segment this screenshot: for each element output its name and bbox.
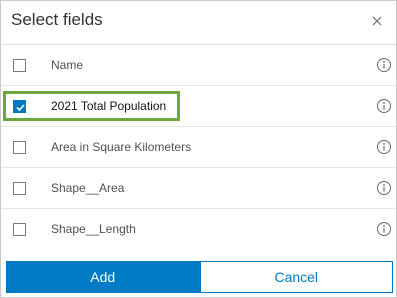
field-label: 2021 Total Population [51, 99, 167, 113]
close-button[interactable] [367, 11, 387, 31]
cancel-button[interactable]: Cancel [199, 261, 393, 293]
field-label: Shape__Area [51, 181, 125, 195]
field-row-shape-area[interactable]: Shape__Area [1, 168, 396, 209]
field-checkbox[interactable] [13, 223, 26, 236]
field-row-name[interactable]: Name [1, 45, 396, 86]
field-list: Name 2021 Total Population Area in Squar… [1, 45, 396, 250]
field-row-area-sq-km[interactable]: Area in Square Kilometers [1, 127, 396, 168]
field-checkbox[interactable] [13, 182, 26, 195]
info-icon[interactable] [376, 57, 392, 73]
field-checkbox[interactable] [13, 100, 26, 113]
field-row-total-population[interactable]: 2021 Total Population [1, 86, 396, 127]
field-checkbox[interactable] [13, 141, 26, 154]
checkmark-icon [16, 104, 25, 112]
add-button[interactable]: Add [6, 261, 200, 293]
field-label: Area in Square Kilometers [51, 140, 192, 154]
info-icon[interactable] [376, 98, 392, 114]
info-icon[interactable] [376, 139, 392, 155]
field-label: Name [51, 58, 84, 72]
dialog-title: Select fields [11, 10, 103, 29]
field-label: Shape__Length [51, 222, 136, 236]
close-icon [372, 16, 382, 26]
dialog-footer: Add Cancel [6, 261, 393, 293]
select-fields-dialog: Select fields Name 2021 Total Population [0, 0, 397, 298]
info-icon[interactable] [376, 221, 392, 237]
dialog-header: Select fields [1, 1, 396, 45]
info-icon[interactable] [376, 180, 392, 196]
field-row-shape-length[interactable]: Shape__Length [1, 209, 396, 250]
field-checkbox[interactable] [13, 59, 26, 72]
